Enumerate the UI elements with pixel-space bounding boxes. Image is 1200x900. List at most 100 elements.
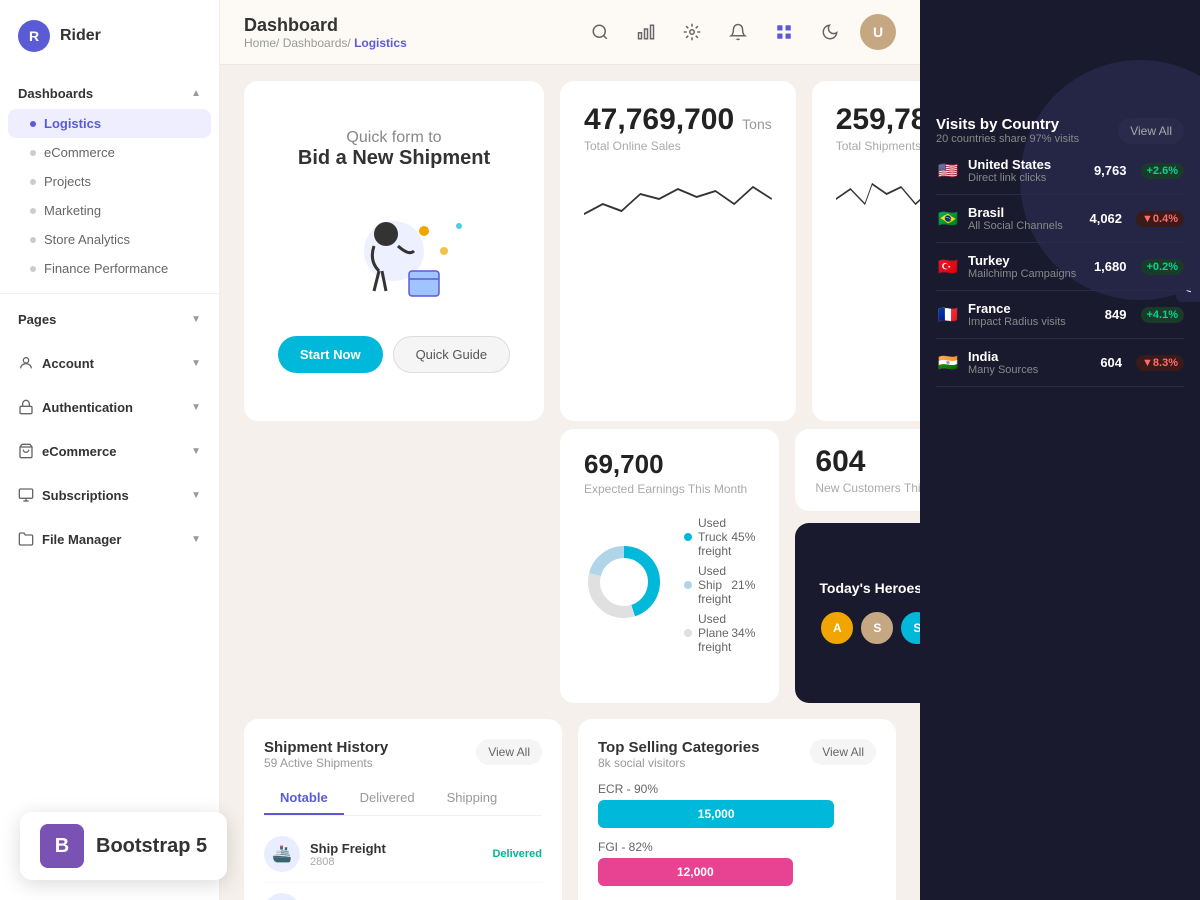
sidebar-item-projects[interactable]: Projects bbox=[0, 167, 219, 196]
avatar-3: S bbox=[899, 610, 920, 646]
breadcrumb-home[interactable]: Home/ bbox=[244, 36, 283, 50]
authentication-section-header[interactable]: Authentication ▼ bbox=[0, 391, 219, 423]
truck-dot bbox=[684, 533, 692, 541]
list-item: 🏨 Tower Hotel 2809 Pending bbox=[264, 883, 542, 900]
right-panel-top bbox=[920, 0, 1200, 40]
settings-icon[interactable] bbox=[676, 16, 708, 48]
pages-section: Pages ▼ bbox=[0, 298, 219, 341]
shipment-view-all-button[interactable]: View All bbox=[476, 739, 542, 765]
list-item: 🇹🇷 Turkey Mailchimp Campaigns 1,680 +0.2… bbox=[936, 243, 1184, 291]
user-avatar[interactable]: U bbox=[860, 14, 896, 50]
country-view-all-button[interactable]: View All bbox=[1118, 118, 1184, 144]
list-item: 🇺🇸 United States Direct link clicks 9,76… bbox=[936, 147, 1184, 195]
list-item: 🚢 Ship Freight 2808 Delivered bbox=[264, 826, 542, 883]
content-area: Quick form to Bid a New Shipment bbox=[220, 65, 920, 900]
sidebar: R Rider Dashboards ▲ Logistics eCommerce… bbox=[0, 0, 220, 900]
bar-ecr-fill: 15,000 bbox=[598, 800, 834, 828]
tab-notable[interactable]: Notable bbox=[264, 782, 344, 815]
in-source: Many Sources bbox=[968, 364, 1092, 376]
start-now-button[interactable]: Start Now bbox=[278, 336, 383, 373]
account-section-header[interactable]: Account ▼ bbox=[0, 347, 219, 379]
new-customers-card: 604 New Customers This Month bbox=[795, 429, 920, 511]
heroes-label: Today's Heroes bbox=[819, 580, 920, 596]
total-sales-label: Total Online Sales bbox=[584, 139, 772, 153]
hero-title: Bid a New Shipment bbox=[298, 147, 490, 170]
ship-pct: 21% bbox=[731, 578, 755, 592]
country-title: Visits by Country bbox=[936, 116, 1079, 133]
chevron-icon: ▼ bbox=[191, 402, 201, 413]
br-name: Brasil bbox=[968, 205, 1081, 220]
ecommerce-sidebar-header[interactable]: eCommerce ▼ bbox=[0, 435, 219, 467]
hero-subtitle: Quick form to bbox=[346, 129, 441, 147]
sidebar-item-store-analytics[interactable]: Store Analytics bbox=[0, 225, 219, 254]
bar-ecr-label: ECR - 90% bbox=[598, 782, 876, 796]
dark-mode-icon[interactable] bbox=[814, 16, 846, 48]
sidebar-item-ecommerce[interactable]: eCommerce bbox=[0, 138, 219, 167]
analytics-icon[interactable] bbox=[630, 16, 662, 48]
divider bbox=[0, 293, 219, 294]
plane-legend: Used Plane freight 34% bbox=[684, 612, 755, 654]
pages-section-header[interactable]: Pages ▼ bbox=[0, 304, 219, 335]
ship-legend: Used Ship freight 21% bbox=[684, 564, 755, 606]
sidebar-item-logistics[interactable]: Logistics bbox=[8, 109, 211, 138]
us-source: Direct link clicks bbox=[968, 172, 1086, 184]
sidebar-item-marketing[interactable]: Marketing bbox=[0, 196, 219, 225]
shipment-subtitle: 59 Active Shipments bbox=[264, 756, 388, 770]
bar-fgi-fill: 12,000 bbox=[598, 858, 793, 886]
total-shipments-label: Total Shipments bbox=[836, 139, 920, 153]
earnings-label: Expected Earnings This Month bbox=[584, 482, 755, 496]
tab-delivered[interactable]: Delivered bbox=[344, 782, 431, 815]
quick-guide-button[interactable]: Quick Guide bbox=[393, 336, 511, 373]
visits-by-country: Visits by Country 20 countries share 97%… bbox=[920, 100, 1200, 387]
page-title: Dashboard bbox=[244, 15, 407, 36]
avatar-1: A bbox=[819, 610, 855, 646]
selling-bars: ECR - 90% 15,000 FGI - 82% 12,000 EOQ - … bbox=[598, 782, 876, 900]
ship-freight-info: Ship Freight 2808 bbox=[310, 841, 482, 868]
authentication-section: Authentication ▼ bbox=[0, 385, 219, 429]
sidebar-item-finance-performance[interactable]: Finance Performance bbox=[0, 254, 219, 283]
selling-title: Top Selling Categories bbox=[598, 739, 759, 756]
selling-subtitle: 8k social visitors bbox=[598, 756, 759, 770]
shipment-history-card: Shipment History 59 Active Shipments Vie… bbox=[244, 719, 562, 900]
chevron-icon: ▼ bbox=[191, 446, 201, 457]
customers-heroes-col: 604 New Customers This Month Today's Her… bbox=[795, 429, 920, 703]
heroes-card: Today's Heroes A S S P J +42 bbox=[795, 523, 920, 703]
total-shipments-number: 259,786 bbox=[836, 103, 920, 137]
us-name: United States bbox=[968, 157, 1086, 172]
dot-icon bbox=[30, 266, 36, 272]
search-icon[interactable] bbox=[584, 16, 616, 48]
dashboards-section-header[interactable]: Dashboards ▲ bbox=[0, 78, 219, 109]
middle-grid: 69,700 Expected Earnings This Month bbox=[220, 429, 920, 719]
earnings-number: 69,700 bbox=[584, 449, 664, 480]
dot-icon bbox=[30, 237, 36, 243]
shipment-header: Shipment History 59 Active Shipments Vie… bbox=[264, 739, 542, 770]
ship-freight-id: 2808 bbox=[310, 856, 482, 868]
avatar-2: S bbox=[859, 610, 895, 646]
tr-flag: 🇹🇷 bbox=[936, 258, 960, 276]
subscriptions-section-header[interactable]: Subscriptions ▼ bbox=[0, 479, 219, 511]
tab-shipping[interactable]: Shipping bbox=[431, 782, 514, 815]
tr-change: +0.2% bbox=[1141, 259, 1185, 275]
breadcrumb: Home/ Dashboards/ Logistics bbox=[244, 36, 407, 50]
total-sales-card: 47,769,700 Tons Total Online Sales bbox=[560, 81, 796, 421]
topbar-actions: U bbox=[584, 14, 896, 50]
hero-buttons: Start Now Quick Guide bbox=[278, 336, 510, 373]
grid-icon[interactable] bbox=[768, 16, 800, 48]
file-manager-section: File Manager ▼ bbox=[0, 517, 219, 561]
notifications-icon[interactable] bbox=[722, 16, 754, 48]
selling-view-all-button[interactable]: View All bbox=[810, 739, 876, 765]
file-manager-section-header[interactable]: File Manager ▼ bbox=[0, 523, 219, 555]
tr-info: Turkey Mailchimp Campaigns bbox=[968, 253, 1086, 280]
br-info: Brasil All Social Channels bbox=[968, 205, 1081, 232]
br-source: All Social Channels bbox=[968, 220, 1081, 232]
total-shipments-card: 259,786 Total Shipments bbox=[812, 81, 920, 421]
ship-freight-name: Ship Freight bbox=[310, 841, 482, 856]
br-change: ▼0.4% bbox=[1136, 211, 1184, 227]
chevron-icon: ▼ bbox=[191, 358, 201, 369]
hero-card: Quick form to Bid a New Shipment bbox=[244, 81, 544, 421]
sidebar-item-label: Logistics bbox=[44, 116, 101, 131]
chevron-icon: ▼ bbox=[191, 490, 201, 501]
dot-icon bbox=[30, 208, 36, 214]
breadcrumb-dashboards[interactable]: Dashboards/ bbox=[283, 36, 354, 50]
in-change: ▼8.3% bbox=[1136, 355, 1184, 371]
